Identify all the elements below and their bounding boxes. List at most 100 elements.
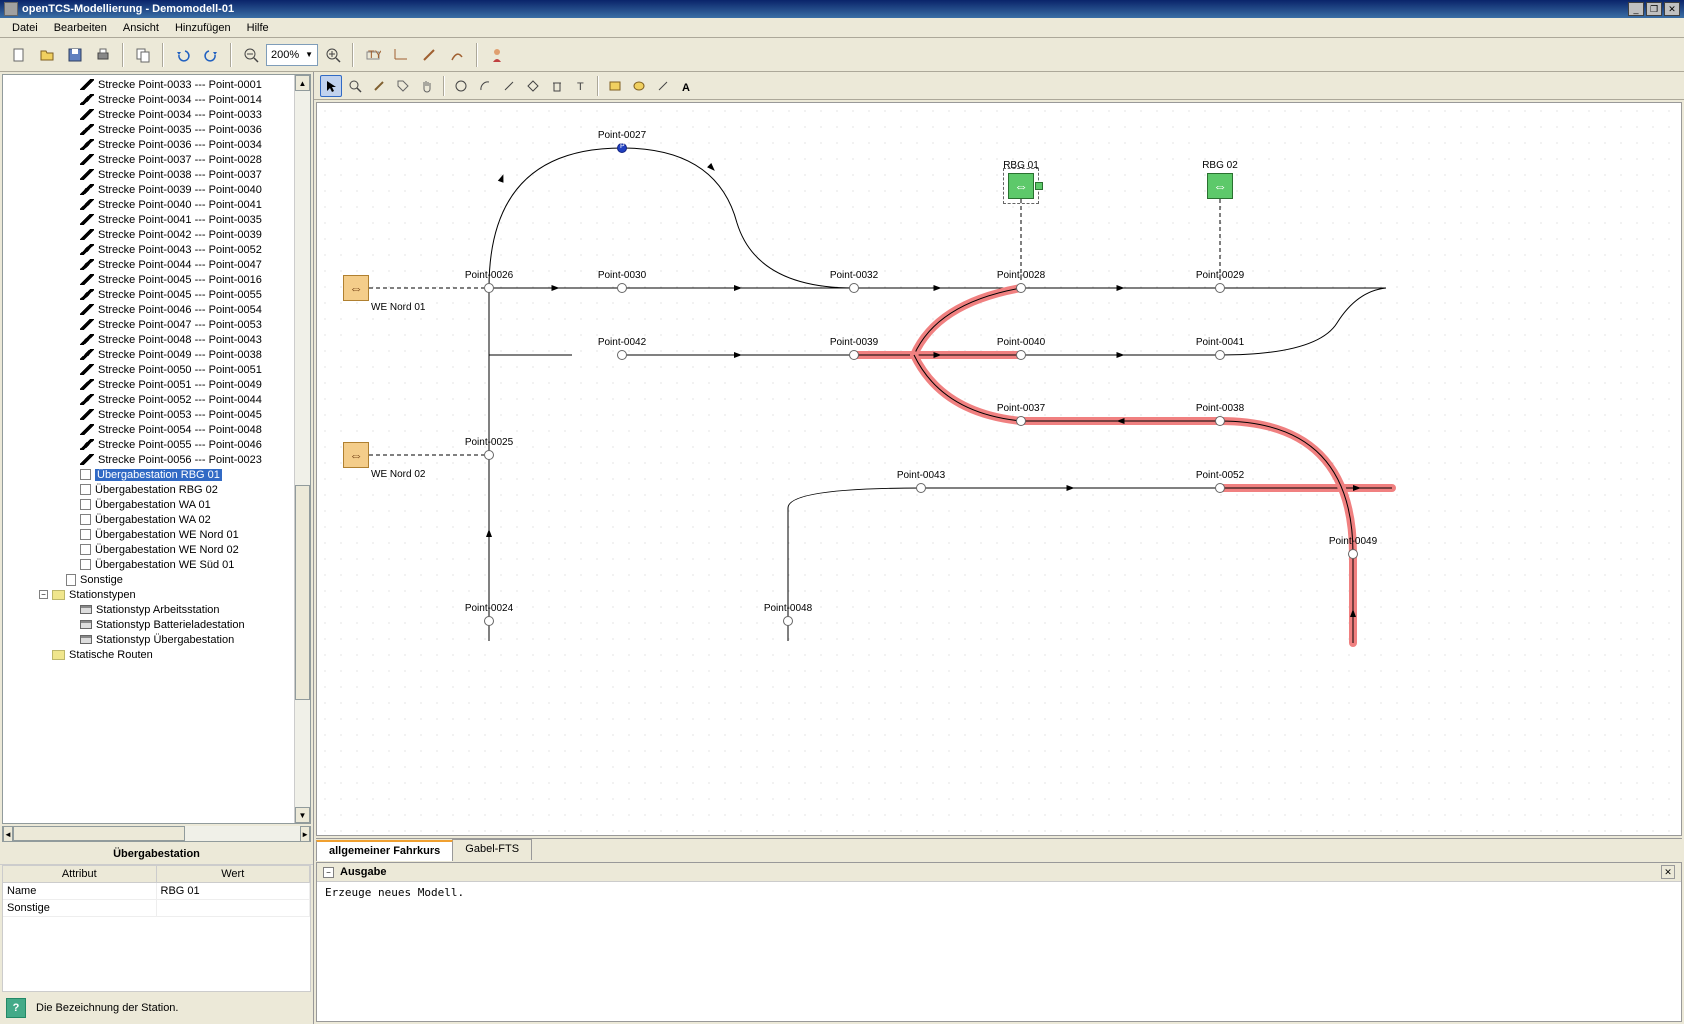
point-node[interactable]	[617, 143, 627, 153]
vehicle-node[interactable]: ⇔	[1008, 173, 1034, 199]
output-close-icon[interactable]: ✕	[1661, 865, 1675, 879]
location-node[interactable]: ⇔	[343, 442, 369, 468]
point-node[interactable]	[617, 350, 627, 360]
tree-item[interactable]: Strecke Point-0039 --- Point-0040	[3, 182, 294, 197]
save-button[interactable]	[62, 42, 88, 68]
arc-tool-icon[interactable]	[474, 75, 496, 97]
tool-2[interactable]	[388, 42, 414, 68]
tree-item[interactable]: Stationstyp Übergabestation	[3, 632, 294, 647]
tree-item[interactable]: Strecke Point-0034 --- Point-0033	[3, 107, 294, 122]
rect-fill-icon[interactable]	[604, 75, 626, 97]
point-node[interactable]	[849, 350, 859, 360]
expander-icon[interactable]: −	[39, 590, 48, 599]
tool-4[interactable]	[444, 42, 470, 68]
tree-item[interactable]: Strecke Point-0033 --- Point-0001	[3, 77, 294, 92]
person-icon[interactable]	[484, 42, 510, 68]
tree-item[interactable]: Strecke Point-0045 --- Point-0055	[3, 287, 294, 302]
tree-item[interactable]: Strecke Point-0046 --- Point-0054	[3, 302, 294, 317]
select-tool[interactable]	[320, 75, 342, 97]
hand-icon[interactable]	[416, 75, 438, 97]
scroll-right-icon[interactable]: ►	[300, 826, 310, 842]
tree-item[interactable]: Übergabestation WE Nord 02	[3, 542, 294, 557]
tree-vscroll[interactable]: ▲ ▼	[294, 75, 310, 823]
tree-item[interactable]: Übergabestation WA 01	[3, 497, 294, 512]
tree-item[interactable]: Strecke Point-0038 --- Point-0037	[3, 167, 294, 182]
tree-item[interactable]: Statische Routen	[3, 647, 294, 662]
tree-view[interactable]: Strecke Point-0033 --- Point-0001Strecke…	[2, 74, 311, 824]
properties-table[interactable]: Attribut Wert Name RBG 01 Sonstige	[2, 865, 311, 992]
prop-val-0[interactable]: RBG 01	[157, 883, 311, 899]
point-node[interactable]	[617, 283, 627, 293]
redo-button[interactable]	[198, 42, 224, 68]
tag-icon[interactable]	[392, 75, 414, 97]
point-node[interactable]	[1348, 549, 1358, 559]
point-node[interactable]	[1016, 283, 1026, 293]
close-button[interactable]: ✕	[1664, 2, 1680, 16]
tree-item[interactable]: Strecke Point-0047 --- Point-0053	[3, 317, 294, 332]
point-node[interactable]	[849, 283, 859, 293]
tree-item[interactable]: Strecke Point-0034 --- Point-0014	[3, 92, 294, 107]
point-node[interactable]	[1215, 483, 1225, 493]
point-node[interactable]	[1215, 416, 1225, 426]
vehicle-node[interactable]: ⇔	[1207, 173, 1233, 199]
point-node[interactable]	[1016, 350, 1026, 360]
ellipse-fill-icon[interactable]	[628, 75, 650, 97]
tree-item[interactable]: Strecke Point-0040 --- Point-0041	[3, 197, 294, 212]
print-button[interactable]	[90, 42, 116, 68]
point-node[interactable]	[916, 483, 926, 493]
new-button[interactable]	[6, 42, 32, 68]
output-collapse-icon[interactable]: −	[323, 867, 334, 878]
canvas[interactable]: Point-0027Point-0026Point-0030Point-0032…	[316, 102, 1682, 836]
trash-icon[interactable]	[546, 75, 568, 97]
tree-item[interactable]: Strecke Point-0045 --- Point-0016	[3, 272, 294, 287]
tool-3[interactable]	[416, 42, 442, 68]
menu-hilfe[interactable]: Hilfe	[239, 20, 277, 36]
diamond-tool-icon[interactable]	[522, 75, 544, 97]
tree-item[interactable]: Strecke Point-0041 --- Point-0035	[3, 212, 294, 227]
tree-item[interactable]: Sonstige	[3, 572, 294, 587]
menu-bearbeiten[interactable]: Bearbeiten	[46, 20, 115, 36]
point-node[interactable]	[484, 283, 494, 293]
zoom-tool-icon[interactable]	[344, 75, 366, 97]
point-node[interactable]	[1016, 416, 1026, 426]
tree-item[interactable]: Übergabestation WE Nord 01	[3, 527, 294, 542]
tree-item[interactable]: Strecke Point-0054 --- Point-0048	[3, 422, 294, 437]
text-tool-icon[interactable]: T	[570, 75, 592, 97]
zoom-select[interactable]: 200%▼	[266, 44, 318, 66]
line2-tool-icon[interactable]	[652, 75, 674, 97]
tree-item[interactable]: Strecke Point-0037 --- Point-0028	[3, 152, 294, 167]
tree-item[interactable]: Strecke Point-0055 --- Point-0046	[3, 437, 294, 452]
tab-fahrkurs[interactable]: allgemeiner Fahrkurs	[316, 840, 453, 861]
scroll-down-icon[interactable]: ▼	[295, 807, 310, 823]
tree-item[interactable]: Strecke Point-0042 --- Point-0039	[3, 227, 294, 242]
copy-button[interactable]	[130, 42, 156, 68]
tree-item[interactable]: Übergabestation RBG 01	[3, 467, 294, 482]
tree-item[interactable]: Übergabestation RBG 02	[3, 482, 294, 497]
tree-item[interactable]: Strecke Point-0035 --- Point-0036	[3, 122, 294, 137]
tool-1[interactable]: TYPE	[360, 42, 386, 68]
point-node[interactable]	[484, 616, 494, 626]
circle-tool-icon[interactable]	[450, 75, 472, 97]
tree-item[interactable]: Strecke Point-0043 --- Point-0052	[3, 242, 294, 257]
tree-item[interactable]: −Stationstypen	[3, 587, 294, 602]
tab-gabel[interactable]: Gabel-FTS	[452, 839, 532, 860]
open-button[interactable]	[34, 42, 60, 68]
maximize-button[interactable]: ❐	[1646, 2, 1662, 16]
tree-item[interactable]: Übergabestation WE Süd 01	[3, 557, 294, 572]
tree-item[interactable]: Stationstyp Batterieladestation	[3, 617, 294, 632]
tree-item[interactable]: Strecke Point-0051 --- Point-0049	[3, 377, 294, 392]
location-node[interactable]: ⇔	[343, 275, 369, 301]
point-node[interactable]	[1215, 350, 1225, 360]
tree-item[interactable]: Strecke Point-0044 --- Point-0047	[3, 257, 294, 272]
tree-item[interactable]: Strecke Point-0052 --- Point-0044	[3, 392, 294, 407]
pencil-icon[interactable]	[368, 75, 390, 97]
line-tool-icon[interactable]	[498, 75, 520, 97]
tree-hscroll[interactable]: ◄ ►	[2, 826, 311, 842]
tree-item[interactable]: Strecke Point-0048 --- Point-0043	[3, 332, 294, 347]
menu-datei[interactable]: Datei	[4, 20, 46, 36]
tree-item[interactable]: Übergabestation WA 02	[3, 512, 294, 527]
tree-item[interactable]: Strecke Point-0053 --- Point-0045	[3, 407, 294, 422]
tree-item[interactable]: Strecke Point-0036 --- Point-0034	[3, 137, 294, 152]
undo-button[interactable]	[170, 42, 196, 68]
menu-ansicht[interactable]: Ansicht	[115, 20, 167, 36]
